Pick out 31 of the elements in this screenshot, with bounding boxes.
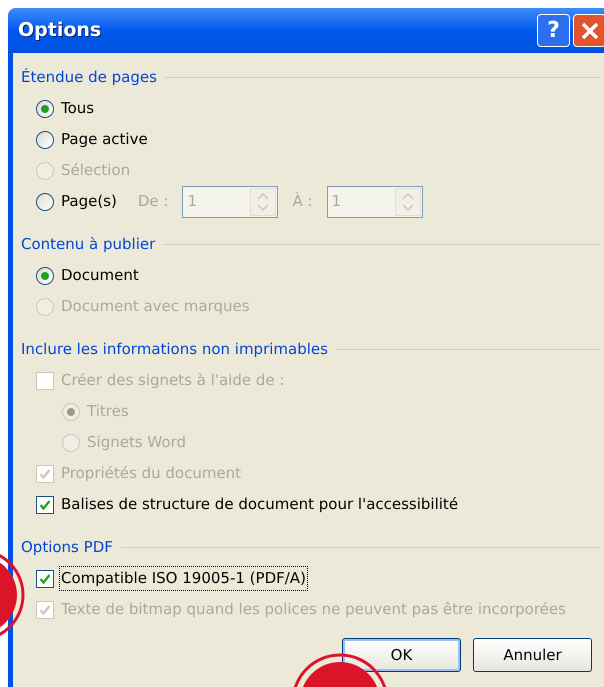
checkbox[interactable] (36, 496, 54, 514)
option-label: Balises de structure de document pour l'accessibilité (60, 494, 460, 516)
dialog-button[interactable]: Annuler (473, 638, 592, 672)
section-heading: Étendue de pages (21, 66, 157, 88)
option-label: Document avec marques (60, 296, 251, 318)
section-heading: Options PDF (21, 536, 113, 558)
option-label: Page active (60, 129, 149, 150)
from-label: De : (138, 191, 168, 212)
radio-button[interactable] (36, 130, 54, 148)
option-label: Tous (60, 98, 96, 120)
radio-button[interactable] (36, 266, 54, 284)
radio-button[interactable] (36, 100, 54, 118)
checkbox[interactable] (36, 570, 54, 588)
close-button[interactable] (573, 14, 604, 47)
option-label: Sélection (60, 160, 132, 182)
help-button[interactable]: ? (537, 14, 570, 47)
window-title: Options (18, 18, 102, 44)
option-label: Compatible ISO 19005-1 (PDF/A) (60, 567, 307, 590)
option-label: Créer des signets à l'aide de : (60, 370, 286, 392)
option-label: Document (60, 265, 140, 286)
option-label: Texte de bitmap quand les polices ne peuvent pas être incorporées (60, 599, 567, 620)
to-label: À : (292, 191, 313, 212)
dialog-button[interactable]: OK (342, 638, 461, 672)
section-heading: Inclure les informations non imprimables (21, 338, 328, 360)
option-label: Signets Word (86, 432, 187, 454)
close-icon (580, 20, 600, 40)
radio-button[interactable] (36, 192, 54, 210)
section-heading: Contenu à publier (21, 234, 156, 255)
option-label: Page(s) (60, 191, 118, 212)
option-label: Propriétés du document (60, 463, 242, 484)
option-label: Titres (86, 401, 130, 422)
